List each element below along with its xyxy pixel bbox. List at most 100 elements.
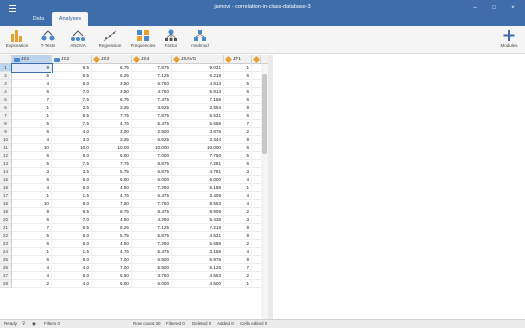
table-cell[interactable]: 9 [224,104,252,112]
table-cell[interactable]: 4.781 [172,168,224,176]
table-cell[interactable]: 3.0 [52,136,92,144]
column-header[interactable]: JSAVG [172,55,224,64]
table-cell[interactable]: 4 [12,272,52,280]
table-cell[interactable]: 5.875 [132,232,172,240]
table-cell[interactable]: 7.75 [92,112,132,120]
table-cell[interactable]: 4 [12,184,52,192]
table-cell[interactable]: 1 [12,248,52,256]
tab-data[interactable]: Data [26,12,51,26]
exploration-button[interactable]: Exploration [4,27,30,51]
table-cell[interactable]: 5.50 [92,272,132,280]
table-cell[interactable]: 4 [224,176,252,184]
table-cell[interactable]: 7.250 [132,240,172,248]
table-cell[interactable]: 1 [12,104,52,112]
table-cell[interactable]: 2 [224,272,252,280]
table-cell[interactable]: 5 [224,152,252,160]
table-cell[interactable]: 8.0 [52,256,92,264]
ttests-button[interactable]: T-Tests [36,27,60,51]
column-header[interactable]: JS4 [132,55,172,64]
table-cell[interactable]: 7.00 [92,264,132,272]
table-cell[interactable]: 4.250 [132,216,172,224]
table-cell[interactable]: 5 [12,160,52,168]
table-cell[interactable]: 7.375 [132,96,172,104]
table-cell[interactable]: 6.000 [172,176,224,184]
table-cell[interactable]: 5 [12,232,52,240]
table-cell[interactable]: 9 [224,232,252,240]
table-cell[interactable]: 4.531 [172,232,224,240]
table-cell[interactable]: 7 [224,264,252,272]
table-cell[interactable]: 5.0 [52,272,92,280]
table-cell[interactable]: 5.0 [52,80,92,88]
row-header[interactable]: 12 [0,152,12,160]
table-cell[interactable]: 2 [224,240,252,248]
row-header[interactable]: 4 [0,88,12,96]
table-cell[interactable]: 4 [224,248,252,256]
table-cell[interactable]: 6 [224,112,252,120]
table-cell[interactable]: 3.406 [172,192,224,200]
table-cell[interactable]: 6 [224,72,252,80]
table-cell[interactable]: 9.0 [52,200,92,208]
table-cell[interactable]: 5.375 [132,248,172,256]
table-cell[interactable]: 4.50 [92,240,132,248]
table-cell[interactable]: 2 [224,128,252,136]
table-cell[interactable]: 6.25 [92,72,132,80]
table-cell[interactable]: 5.0 [52,240,92,248]
row-header[interactable]: 17 [0,192,12,200]
table-cell[interactable]: 7.5 [52,160,92,168]
table-cell[interactable]: 9.5 [52,64,92,72]
table-cell[interactable]: 7.50 [92,200,132,208]
table-cell[interactable]: 6.0 [52,176,92,184]
table-cell[interactable]: 4 [224,200,252,208]
filter-icon[interactable]: ⊽ [22,320,25,328]
frequencies-button[interactable]: Frequencies [128,27,158,51]
table-cell[interactable]: 9 [11,63,53,73]
row-header[interactable]: 8 [0,120,12,128]
table-cell[interactable]: 10.000 [132,144,172,152]
table-cell[interactable]: 5.75 [92,168,132,176]
table-cell[interactable]: 7 [224,120,252,128]
table-cell[interactable]: 4.50 [92,184,132,192]
row-header[interactable]: 13 [0,160,12,168]
table-cell[interactable]: 6 [224,88,252,96]
table-cell[interactable]: 6 [12,152,52,160]
table-cell[interactable]: 3.344 [172,136,224,144]
table-cell[interactable]: 4.0 [52,280,92,288]
table-cell[interactable]: 2 [224,208,252,216]
table-cell[interactable]: 6.500 [132,256,172,264]
table-cell[interactable]: 10.0 [52,144,92,152]
row-header[interactable]: 15 [0,176,12,184]
table-cell[interactable]: 7.750 [132,200,172,208]
column-header[interactable]: JS2 [52,55,92,64]
row-header[interactable]: 14 [0,168,12,176]
table-cell[interactable]: 6 [12,88,52,96]
table-cell[interactable]: 5.813 [172,88,224,96]
table-cell[interactable]: 10.000 [172,144,224,152]
table-cell[interactable]: 4 [12,264,52,272]
table-cell[interactable]: 5.188 [172,184,224,192]
table-cell[interactable]: 3.00 [92,128,132,136]
row-header[interactable]: 25 [0,256,12,264]
table-cell[interactable]: 7.0 [52,216,92,224]
table-cell[interactable]: 4.75 [92,248,132,256]
table-cell[interactable]: 7.219 [172,224,224,232]
table-cell[interactable]: 2.5 [52,104,92,112]
table-cell[interactable]: 9 [12,208,52,216]
table-cell[interactable]: 3.156 [172,248,224,256]
table-cell[interactable]: 5.125 [172,264,224,272]
vertical-scrollbar[interactable] [261,64,268,319]
row-header[interactable]: 10 [0,136,12,144]
table-cell[interactable]: 3.50 [92,80,132,88]
column-header[interactable]: JS1 [12,55,52,64]
table-cell[interactable]: 7 [12,224,52,232]
eye-icon[interactable]: ◉ [32,320,36,328]
table-cell[interactable]: 7.000 [132,152,172,160]
row-header[interactable]: 7 [0,112,12,120]
row-header[interactable]: 19 [0,208,12,216]
corner-cell[interactable] [0,55,12,64]
table-cell[interactable]: 3.25 [92,104,132,112]
table-cell[interactable]: 6.000 [132,280,172,288]
row-header[interactable]: 1 [0,64,12,72]
table-cell[interactable]: 6.5 [52,72,92,80]
table-cell[interactable]: 5.656 [172,120,224,128]
table-cell[interactable]: 1 [12,192,52,200]
